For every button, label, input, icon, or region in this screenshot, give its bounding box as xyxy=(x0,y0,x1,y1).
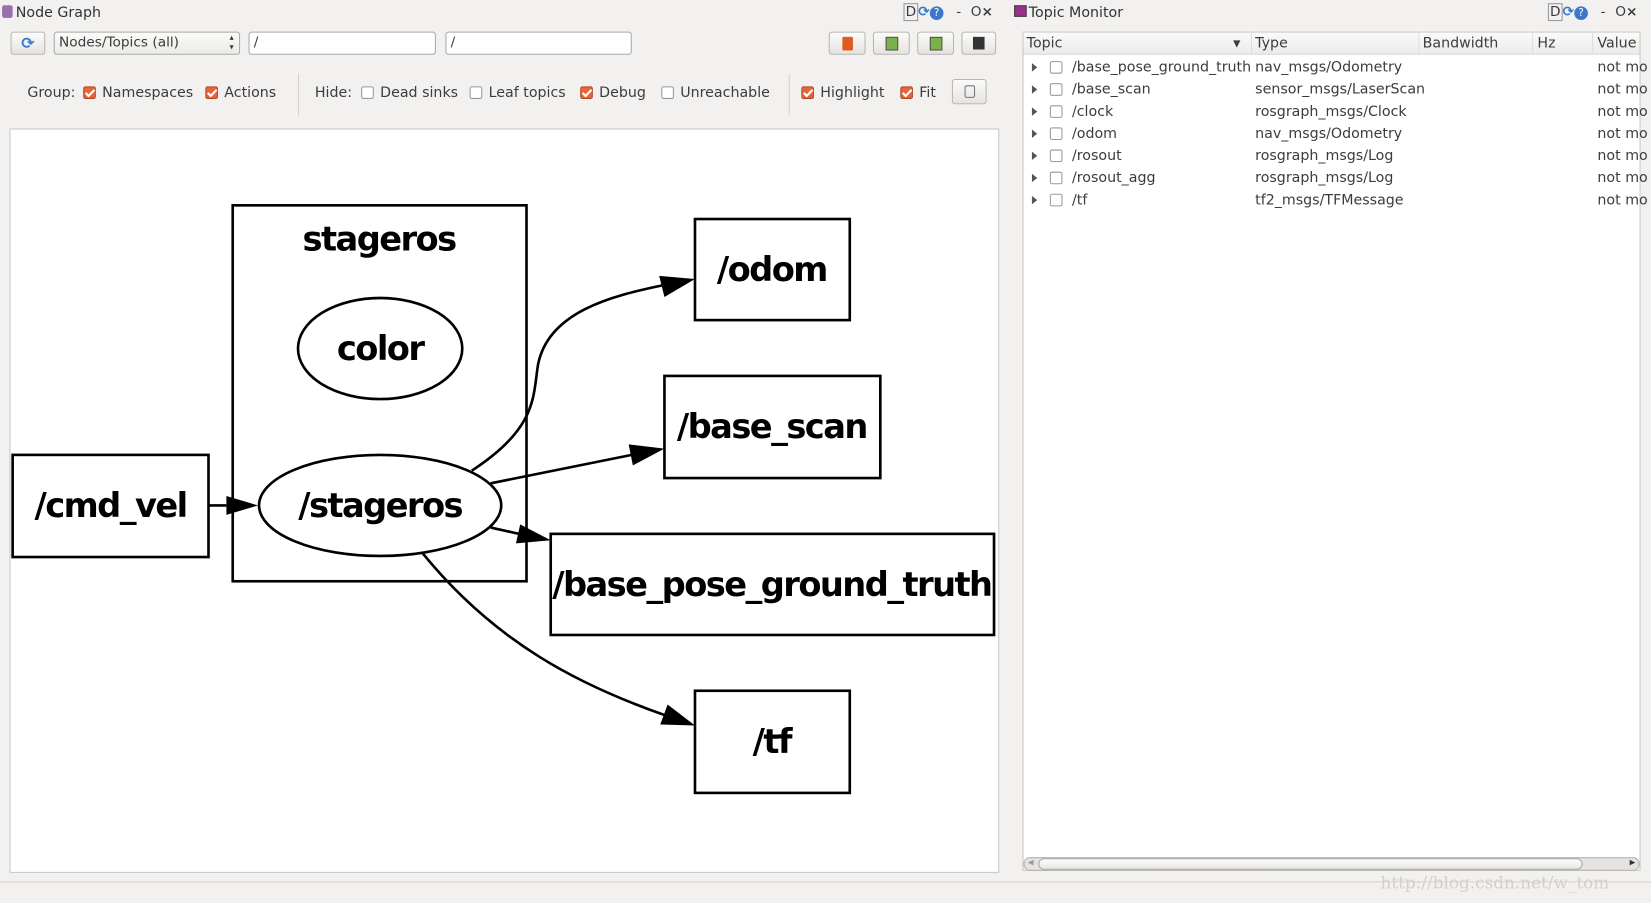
horizontal-scrollbar[interactable]: ◀ ▶ xyxy=(1023,857,1640,871)
dock-button[interactable]: D xyxy=(1547,3,1563,22)
float-button[interactable]: O xyxy=(1615,4,1626,20)
watermark: http://blog.csdn.net/w_tom xyxy=(1380,872,1610,893)
hide-label: Hide: xyxy=(314,84,353,102)
mode-select[interactable]: Nodes/Topics (all) ▴ ▾ xyxy=(53,31,241,55)
arrowhead xyxy=(659,275,695,297)
table-row[interactable]: /base_pose_ground_truth nav_msgs/Odometry… xyxy=(1024,57,1648,79)
close-button[interactable]: × xyxy=(982,4,993,20)
monitor-checkbox[interactable] xyxy=(1049,149,1063,163)
table-row[interactable]: /clock rosgraph_msgs/Clock not mo xyxy=(1024,101,1648,123)
table-row[interactable]: /rosout rosgraph_msgs/Log not mo xyxy=(1024,145,1648,167)
divider xyxy=(297,73,300,116)
arrowhead xyxy=(515,524,551,544)
node-graph-app-icon xyxy=(2,5,13,18)
divider xyxy=(1418,31,1420,54)
node-graph-title: Node Graph xyxy=(15,4,102,22)
monitor-checkbox[interactable] xyxy=(1049,83,1063,96)
table-row[interactable]: /odom nav_msgs/Odometry not mo xyxy=(1024,123,1648,145)
fit-in-view-button[interactable] xyxy=(951,78,987,105)
monitor-checkbox[interactable] xyxy=(1049,105,1063,118)
fit-checkbox[interactable]: Fit xyxy=(900,84,936,101)
topic-monitor-app-icon xyxy=(1014,5,1027,17)
topic-label: /base_scan xyxy=(677,407,867,446)
topic-label: /tf xyxy=(753,722,793,761)
topic-monitor-window-controls[interactable]: D ⟳? - O× xyxy=(1547,3,1637,22)
expand-icon[interactable] xyxy=(1031,195,1038,205)
monitor-checkbox[interactable] xyxy=(1049,171,1063,185)
expand-icon[interactable] xyxy=(1031,129,1038,138)
save-svg-icon xyxy=(929,36,942,51)
topic-label: /odom xyxy=(717,250,827,289)
dead-sinks-checkbox[interactable]: Dead sinks xyxy=(361,84,458,101)
reload-icon[interactable]: ⟳ xyxy=(918,4,929,20)
scroll-right-icon[interactable]: ▶ xyxy=(1630,858,1636,866)
load-dot-button[interactable] xyxy=(828,31,866,55)
node-graph-window-controls[interactable]: D ⟳? - O× xyxy=(903,3,993,22)
arrowhead xyxy=(628,444,665,466)
topic-label: /cmd_vel xyxy=(35,486,187,525)
topic-filter-input[interactable]: / xyxy=(445,31,632,55)
scroll-left-icon[interactable]: ◀ xyxy=(1028,858,1034,866)
dock-button[interactable]: D xyxy=(903,3,919,22)
monitor-checkbox[interactable] xyxy=(1049,127,1063,141)
column-hz[interactable]: Hz xyxy=(1537,35,1555,52)
node-filter-input[interactable]: / xyxy=(248,31,436,55)
help-icon[interactable]: ? xyxy=(1574,6,1588,21)
minimize-button[interactable]: - xyxy=(956,4,961,20)
divider xyxy=(1592,31,1594,54)
minimize-button[interactable]: - xyxy=(1601,4,1606,20)
table-row[interactable]: /rosout_agg rosgraph_msgs/Log not mo xyxy=(1024,167,1648,189)
expand-icon[interactable] xyxy=(1031,107,1038,116)
scrollbar-thumb[interactable] xyxy=(1038,858,1583,870)
select-arrows-icon: ▴ ▾ xyxy=(229,32,234,52)
leaf-topics-checkbox[interactable]: Leaf topics xyxy=(469,84,566,101)
float-button[interactable]: O xyxy=(971,4,982,20)
save-svg-button[interactable] xyxy=(917,31,955,55)
save-icon xyxy=(885,36,898,51)
sort-indicator-icon: ▼ xyxy=(1233,38,1241,50)
refresh-icon: ⟳ xyxy=(21,33,35,53)
edge-stageros-base-pose xyxy=(490,526,520,536)
expand-icon[interactable] xyxy=(1031,85,1038,94)
graph-canvas[interactable]: stageros color /stageros /cmd_vel /odom … xyxy=(9,128,1000,873)
column-value[interactable]: Value xyxy=(1597,35,1636,52)
monitor-checkbox[interactable] xyxy=(1049,193,1063,207)
expand-icon[interactable] xyxy=(1031,151,1038,161)
debug-checkbox[interactable]: Debug xyxy=(580,84,646,101)
column-bandwidth[interactable]: Bandwidth xyxy=(1423,35,1499,52)
column-type[interactable]: Type xyxy=(1255,35,1288,52)
open-file-icon xyxy=(841,36,853,51)
topic-monitor-title: Topic Monitor xyxy=(1028,4,1124,22)
group-label: Group: xyxy=(27,84,76,102)
divider xyxy=(1250,31,1253,54)
node-label: /stageros xyxy=(298,486,462,525)
save-image-button[interactable] xyxy=(961,31,997,55)
topic-label: /base_pose_ground_truth xyxy=(552,565,991,604)
arrowhead xyxy=(226,495,258,515)
image-icon xyxy=(972,36,985,50)
save-dot-button[interactable] xyxy=(872,31,910,55)
actions-checkbox[interactable]: Actions xyxy=(205,84,276,101)
unreachable-checkbox[interactable]: Unreachable xyxy=(661,84,770,101)
table-row[interactable]: /base_scan sensor_msgs/LaserScan not mo xyxy=(1024,79,1648,101)
reload-icon[interactable]: ⟳ xyxy=(1563,4,1574,20)
cluster-label: stageros xyxy=(303,220,457,259)
close-button[interactable]: × xyxy=(1626,4,1637,20)
refresh-button[interactable]: ⟳ xyxy=(10,31,46,55)
column-topic[interactable]: Topic xyxy=(1027,35,1063,52)
expand-icon[interactable] xyxy=(1031,63,1038,72)
fit-icon xyxy=(964,85,975,98)
help-icon[interactable]: ? xyxy=(929,6,944,21)
namespaces-checkbox[interactable]: Namespaces xyxy=(83,84,193,101)
divider xyxy=(1532,31,1534,54)
divider xyxy=(788,73,790,116)
arrowhead xyxy=(660,704,695,726)
monitor-checkbox[interactable] xyxy=(1049,61,1063,74)
node-label: color xyxy=(337,329,425,368)
edge-stageros-odom xyxy=(471,284,663,472)
edge-stageros-base-scan xyxy=(490,453,633,485)
highlight-checkbox[interactable]: Highlight xyxy=(801,84,884,101)
expand-icon[interactable] xyxy=(1031,173,1038,183)
table-row[interactable]: /tf tf2_msgs/TFMessage not mo xyxy=(1024,190,1648,212)
